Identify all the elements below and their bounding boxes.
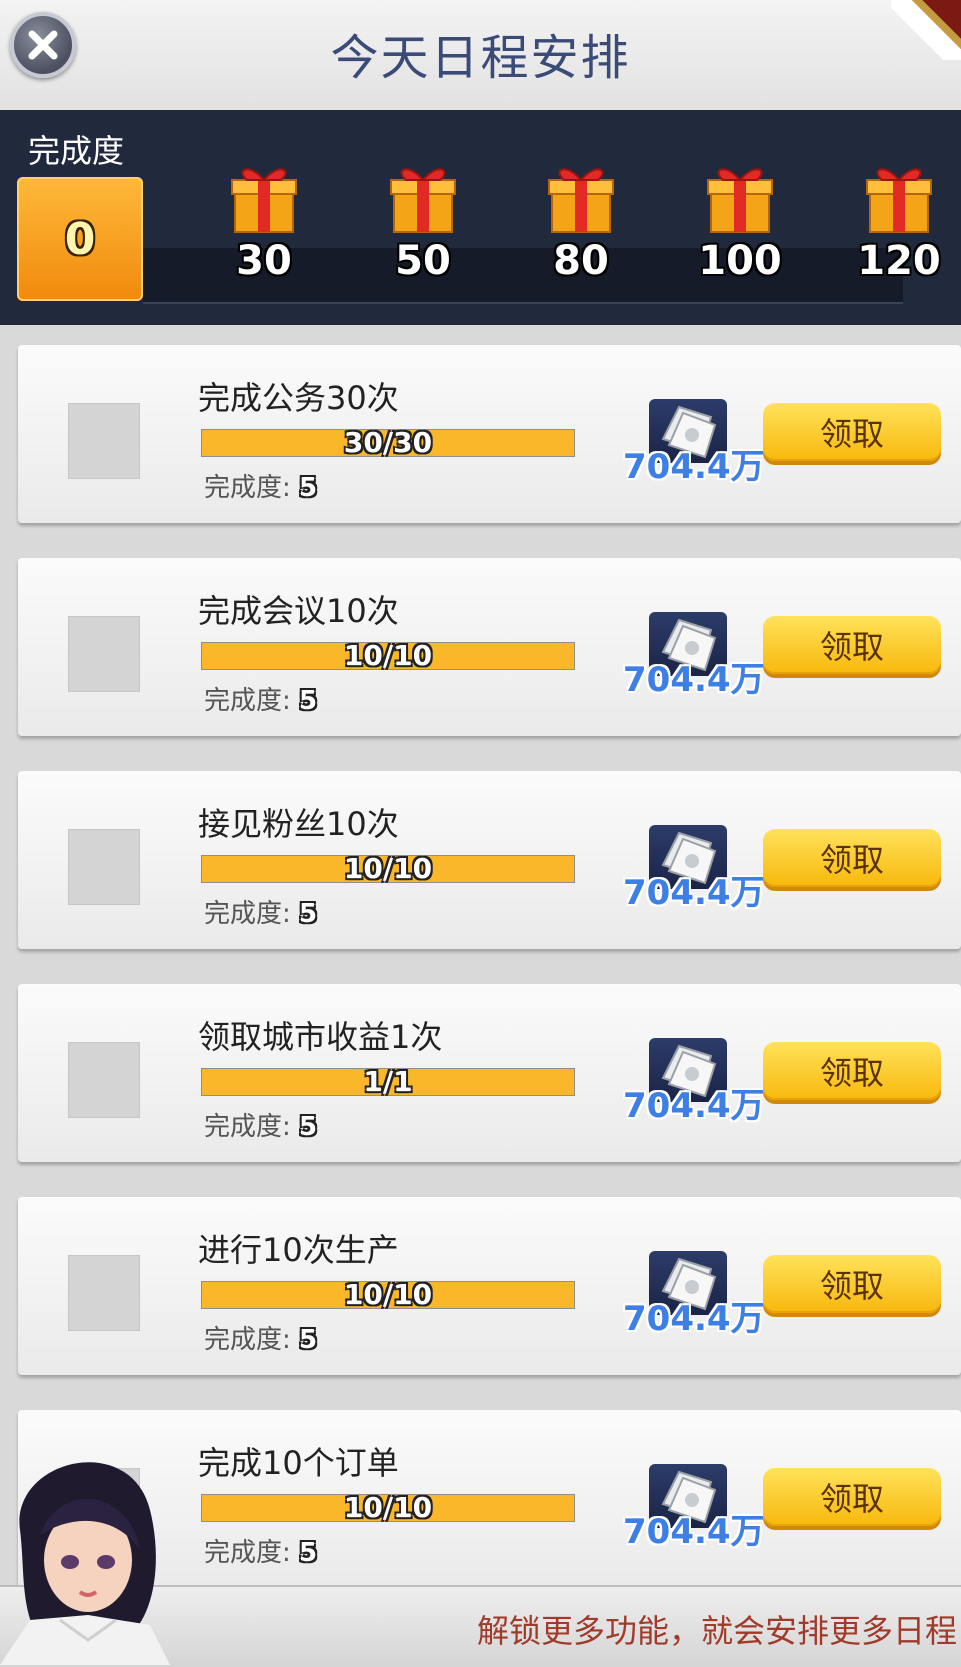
milestone-value: 100 bbox=[698, 238, 782, 284]
claim-button[interactable]: 领取 bbox=[763, 403, 941, 461]
milestone-value: 30 bbox=[236, 238, 292, 284]
reward-amount: 704.4万 bbox=[623, 660, 765, 700]
task-progress-bar: 10/10 bbox=[201, 852, 575, 885]
task-card: 完成公务30次 30/30 完成度: 5 704.4万 领取 bbox=[18, 345, 961, 523]
task-name: 接见粉丝10次 bbox=[198, 805, 399, 843]
task-progress-bar: 30/30 bbox=[201, 426, 575, 459]
claim-button[interactable]: 领取 bbox=[763, 829, 941, 887]
task-points-label: 完成度: bbox=[204, 1538, 291, 1568]
task-points-value: 5 bbox=[299, 1325, 318, 1355]
task-progress-bar: 10/10 bbox=[201, 1491, 575, 1524]
task-checkbox[interactable] bbox=[68, 1255, 140, 1331]
task-points: 完成度: 5 bbox=[204, 1532, 317, 1569]
task-points: 完成度: 5 bbox=[204, 1106, 317, 1143]
claim-button[interactable]: 领取 bbox=[763, 1042, 941, 1100]
task-name: 领取城市收益1次 bbox=[198, 1018, 443, 1056]
task-name: 完成公务30次 bbox=[198, 379, 399, 417]
task-checkbox[interactable] bbox=[68, 829, 140, 905]
milestone-value: 80 bbox=[553, 238, 609, 284]
completion-score: 0 bbox=[17, 177, 143, 301]
milestone-value: 120 bbox=[857, 238, 941, 284]
claim-button[interactable]: 领取 bbox=[763, 1255, 941, 1313]
task-points-value: 5 bbox=[299, 1538, 318, 1568]
task-progress-bar: 10/10 bbox=[201, 639, 575, 672]
page-title: 今天日程安排 bbox=[330, 30, 631, 86]
task-points-label: 完成度: bbox=[204, 899, 291, 929]
task-points-value: 5 bbox=[299, 686, 318, 716]
task-checkbox[interactable] bbox=[68, 1042, 140, 1118]
task-points-value: 5 bbox=[299, 1112, 318, 1142]
milestone-120[interactable]: 120 bbox=[844, 162, 954, 284]
milestone-30[interactable]: 30 bbox=[209, 162, 319, 284]
gift-icon bbox=[390, 168, 456, 233]
completion-panel: 完成度 0 30 50 80 100 120 bbox=[0, 110, 961, 325]
task-points: 完成度: 5 bbox=[204, 1319, 317, 1356]
task-points-label: 完成度: bbox=[204, 1325, 291, 1355]
task-progress-text: 10/10 bbox=[343, 1491, 433, 1524]
task-progress-bar: 1/1 bbox=[201, 1065, 575, 1098]
task-points-label: 完成度: bbox=[204, 1112, 291, 1142]
task-name: 进行10次生产 bbox=[198, 1231, 399, 1269]
footer-message: 解锁更多功能，就会安排更多日程 bbox=[476, 1612, 957, 1650]
reward-amount: 704.4万 bbox=[623, 1299, 765, 1339]
milestone-value: 50 bbox=[395, 238, 451, 284]
task-points: 完成度: 5 bbox=[204, 680, 317, 717]
task-points: 完成度: 5 bbox=[204, 467, 317, 504]
header: 今天日程安排 bbox=[0, 0, 961, 110]
reward-amount: 704.4万 bbox=[623, 1086, 765, 1126]
task-progress-text: 10/10 bbox=[343, 639, 433, 672]
completion-label: 完成度 bbox=[28, 132, 125, 170]
task-points-value: 5 bbox=[299, 473, 318, 503]
milestone-100[interactable]: 100 bbox=[685, 162, 795, 284]
task-points-label: 完成度: bbox=[204, 473, 291, 503]
gift-icon bbox=[707, 168, 773, 233]
gift-icon bbox=[866, 168, 932, 233]
task-progress-text: 1/1 bbox=[363, 1065, 413, 1098]
task-card: 完成会议10次 10/10 完成度: 5 704.4万 领取 bbox=[18, 558, 961, 736]
task-progress-text: 30/30 bbox=[343, 426, 433, 459]
page-curl-decoration bbox=[891, 0, 961, 60]
gift-icon bbox=[231, 168, 297, 233]
task-progress-text: 10/10 bbox=[343, 852, 433, 885]
secretary-avatar bbox=[0, 1462, 170, 1665]
claim-button[interactable]: 领取 bbox=[763, 616, 941, 674]
task-card: 接见粉丝10次 10/10 完成度: 5 704.4万 领取 bbox=[18, 771, 961, 949]
task-name: 完成会议10次 bbox=[198, 592, 399, 630]
task-name: 完成10个订单 bbox=[198, 1444, 399, 1482]
task-checkbox[interactable] bbox=[68, 403, 140, 479]
task-progress-text: 10/10 bbox=[343, 1278, 433, 1311]
reward-amount: 704.4万 bbox=[623, 873, 765, 913]
task-points-value: 5 bbox=[299, 899, 318, 929]
task-progress-bar: 10/10 bbox=[201, 1278, 575, 1311]
task-points: 完成度: 5 bbox=[204, 893, 317, 930]
milestone-80[interactable]: 80 bbox=[526, 162, 636, 284]
task-card: 进行10次生产 10/10 完成度: 5 704.4万 领取 bbox=[18, 1197, 961, 1375]
task-checkbox[interactable] bbox=[68, 616, 140, 692]
claim-button[interactable]: 领取 bbox=[763, 1468, 941, 1526]
task-points-label: 完成度: bbox=[204, 686, 291, 716]
gift-icon bbox=[548, 168, 614, 233]
reward-amount: 704.4万 bbox=[623, 1512, 765, 1552]
reward-amount: 704.4万 bbox=[623, 447, 765, 487]
milestone-50[interactable]: 50 bbox=[368, 162, 478, 284]
task-card: 领取城市收益1次 1/1 完成度: 5 704.4万 领取 bbox=[18, 984, 961, 1162]
